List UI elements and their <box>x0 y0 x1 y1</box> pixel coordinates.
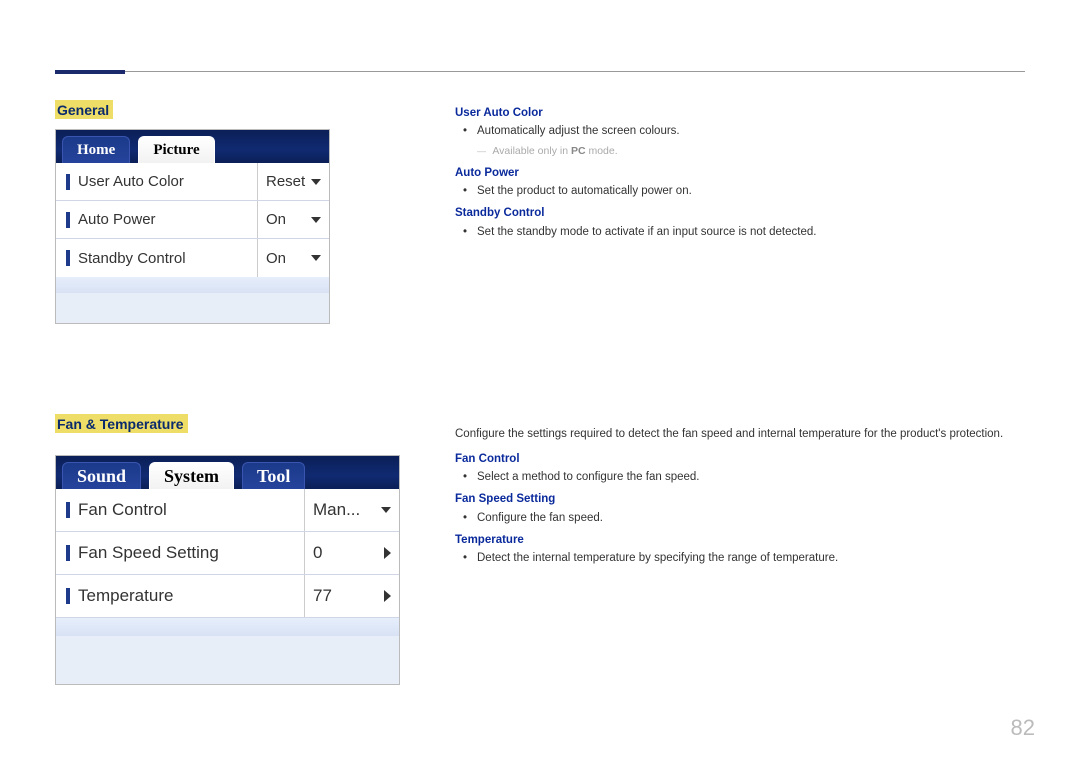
row-value-dropdown[interactable]: Man... <box>304 489 399 531</box>
chevron-down-icon <box>311 179 321 185</box>
header-rule <box>55 71 1025 72</box>
screenshot-footer <box>56 277 329 293</box>
row-marker-icon <box>66 212 70 228</box>
note-text: Available only in <box>492 145 571 157</box>
note-bold: PC <box>571 145 586 157</box>
tabstrip: Home Picture <box>56 130 329 163</box>
row-marker-icon <box>66 502 70 518</box>
desc-heading-standby-control: Standby Control <box>455 204 1015 222</box>
row-value-text: 77 <box>313 586 332 606</box>
chevron-down-icon <box>311 217 321 223</box>
tab-picture[interactable]: Picture <box>138 136 214 163</box>
row-value-text: 0 <box>313 543 322 563</box>
desc-bullet: Automatically adjust the screen colours. <box>477 122 1015 140</box>
desc-note: Available only in PC mode. <box>455 143 1015 160</box>
row-value-dropdown[interactable]: Reset <box>257 163 329 200</box>
row-temperature[interactable]: Temperature 77 <box>56 575 399 618</box>
desc-bullet: Configure the fan speed. <box>477 509 1015 527</box>
tabstrip: Sound System Tool <box>56 456 399 489</box>
screenshot-footer <box>56 618 399 636</box>
row-label: Auto Power <box>78 211 257 228</box>
triangle-right-icon <box>384 547 391 559</box>
desc-bullet: Select a method to configure the fan spe… <box>477 468 1015 486</box>
row-label: Fan Control <box>78 500 304 520</box>
desc-heading-fan-control: Fan Control <box>455 450 1015 468</box>
page-number: 82 <box>1011 715 1035 741</box>
row-label: Standby Control <box>78 250 257 267</box>
desc-heading-fan-speed-setting: Fan Speed Setting <box>455 490 1015 508</box>
triangle-right-icon <box>384 590 391 602</box>
desc-bullet: Detect the internal temperature by speci… <box>477 549 1015 567</box>
row-value-text: Man... <box>313 500 360 520</box>
row-value-dropdown[interactable]: On <box>257 239 329 277</box>
tab-system[interactable]: System <box>149 462 234 489</box>
row-marker-icon <box>66 588 70 604</box>
row-standby-control[interactable]: Standby Control On <box>56 239 329 277</box>
row-value-text: Reset <box>266 173 305 190</box>
row-value-dropdown[interactable]: On <box>257 201 329 238</box>
row-value-text: On <box>266 211 286 228</box>
left-column: General Home Picture User Auto Color Res… <box>55 100 400 685</box>
tab-tool[interactable]: Tool <box>242 462 305 489</box>
tab-home[interactable]: Home <box>62 136 130 163</box>
tab-sound[interactable]: Sound <box>62 462 141 489</box>
chevron-down-icon <box>311 255 321 261</box>
row-value-stepper[interactable]: 77 <box>304 575 399 617</box>
note-text: mode. <box>586 145 618 157</box>
row-auto-power[interactable]: Auto Power On <box>56 201 329 239</box>
fan-temperature-screenshot: Sound System Tool Fan Control Man... Fan… <box>55 455 400 685</box>
row-value-text: On <box>266 250 286 267</box>
row-user-auto-color[interactable]: User Auto Color Reset <box>56 163 329 201</box>
right-column: User Auto Color Automatically adjust the… <box>455 100 1015 572</box>
fan-temp-intro: Configure the settings required to detec… <box>455 425 1015 443</box>
desc-bullet: Set the product to automatically power o… <box>477 182 1015 200</box>
row-value-stepper[interactable]: 0 <box>304 532 399 574</box>
row-marker-icon <box>66 545 70 561</box>
row-fan-speed-setting[interactable]: Fan Speed Setting 0 <box>56 532 399 575</box>
general-settings-screenshot: Home Picture User Auto Color Reset Auto … <box>55 129 330 324</box>
row-label: User Auto Color <box>78 173 257 190</box>
desc-heading-user-auto-color: User Auto Color <box>455 104 1015 122</box>
desc-bullet: Set the standby mode to activate if an i… <box>477 223 1015 241</box>
section-title-fan-temperature: Fan & Temperature <box>55 414 188 433</box>
row-label: Fan Speed Setting <box>78 543 304 563</box>
header-accent <box>55 70 125 74</box>
row-label: Temperature <box>78 586 304 606</box>
desc-heading-auto-power: Auto Power <box>455 164 1015 182</box>
row-marker-icon <box>66 250 70 266</box>
row-fan-control[interactable]: Fan Control Man... <box>56 489 399 532</box>
row-marker-icon <box>66 174 70 190</box>
chevron-down-icon <box>381 507 391 513</box>
section-title-general: General <box>55 100 113 119</box>
desc-heading-temperature: Temperature <box>455 531 1015 549</box>
